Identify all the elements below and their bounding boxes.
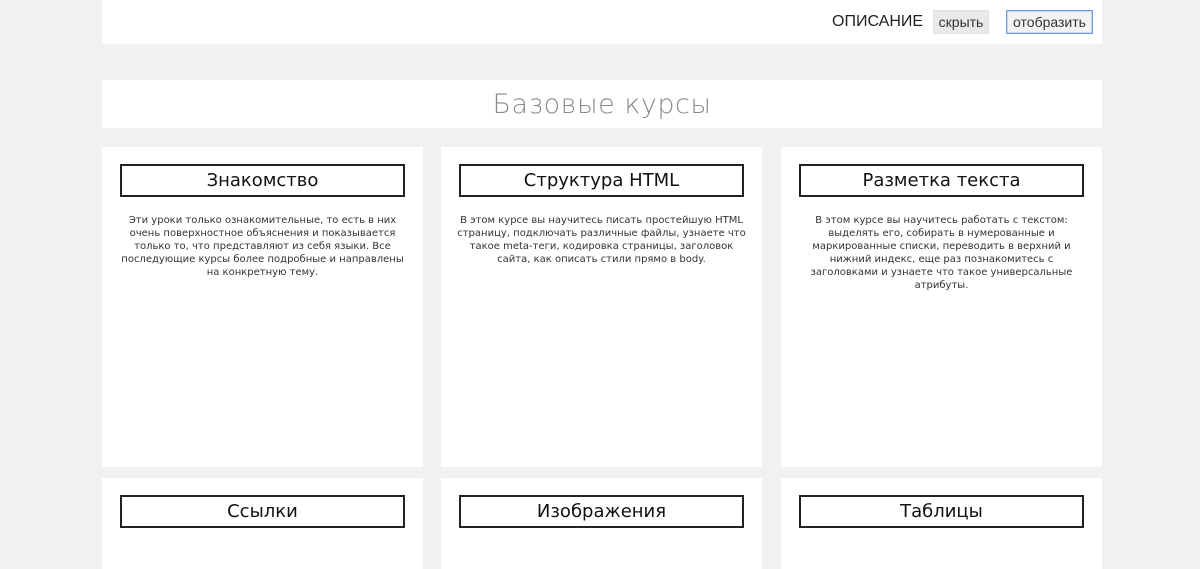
section-title-text: Базовые курсы (492, 88, 712, 120)
course-title[interactable]: Разметка текста (799, 164, 1084, 197)
course-title[interactable]: Структура HTML (459, 164, 744, 197)
description-label: ОПИСАНИЕ (832, 13, 924, 30)
course-description: В этом курсе вы научитесь работать с тек… (810, 215, 1073, 291)
course-title[interactable]: Ссылки (120, 495, 405, 528)
course-card: Таблицы (781, 478, 1102, 569)
course-title[interactable]: Таблицы (799, 495, 1084, 528)
course-card: Разметка текста В этом курсе вы научитес… (781, 147, 1102, 467)
course-card: Изображения (441, 478, 762, 569)
course-title[interactable]: Изображения (459, 495, 744, 528)
section-title: Базовые курсы (102, 80, 1102, 128)
course-card: Знакомство Эти уроки только ознакомитель… (102, 147, 423, 467)
hide-button[interactable]: скрыть (933, 10, 989, 34)
course-description: В этом курсе вы научитесь писать простей… (457, 215, 746, 265)
show-button[interactable]: отобразить (1006, 10, 1093, 34)
course-description: Эти уроки только ознакомительные, то ест… (121, 215, 404, 278)
course-card: Структура HTML В этом курсе вы научитесь… (441, 147, 762, 467)
course-title[interactable]: Знакомство (120, 164, 405, 197)
course-card: Ссылки (102, 478, 423, 569)
